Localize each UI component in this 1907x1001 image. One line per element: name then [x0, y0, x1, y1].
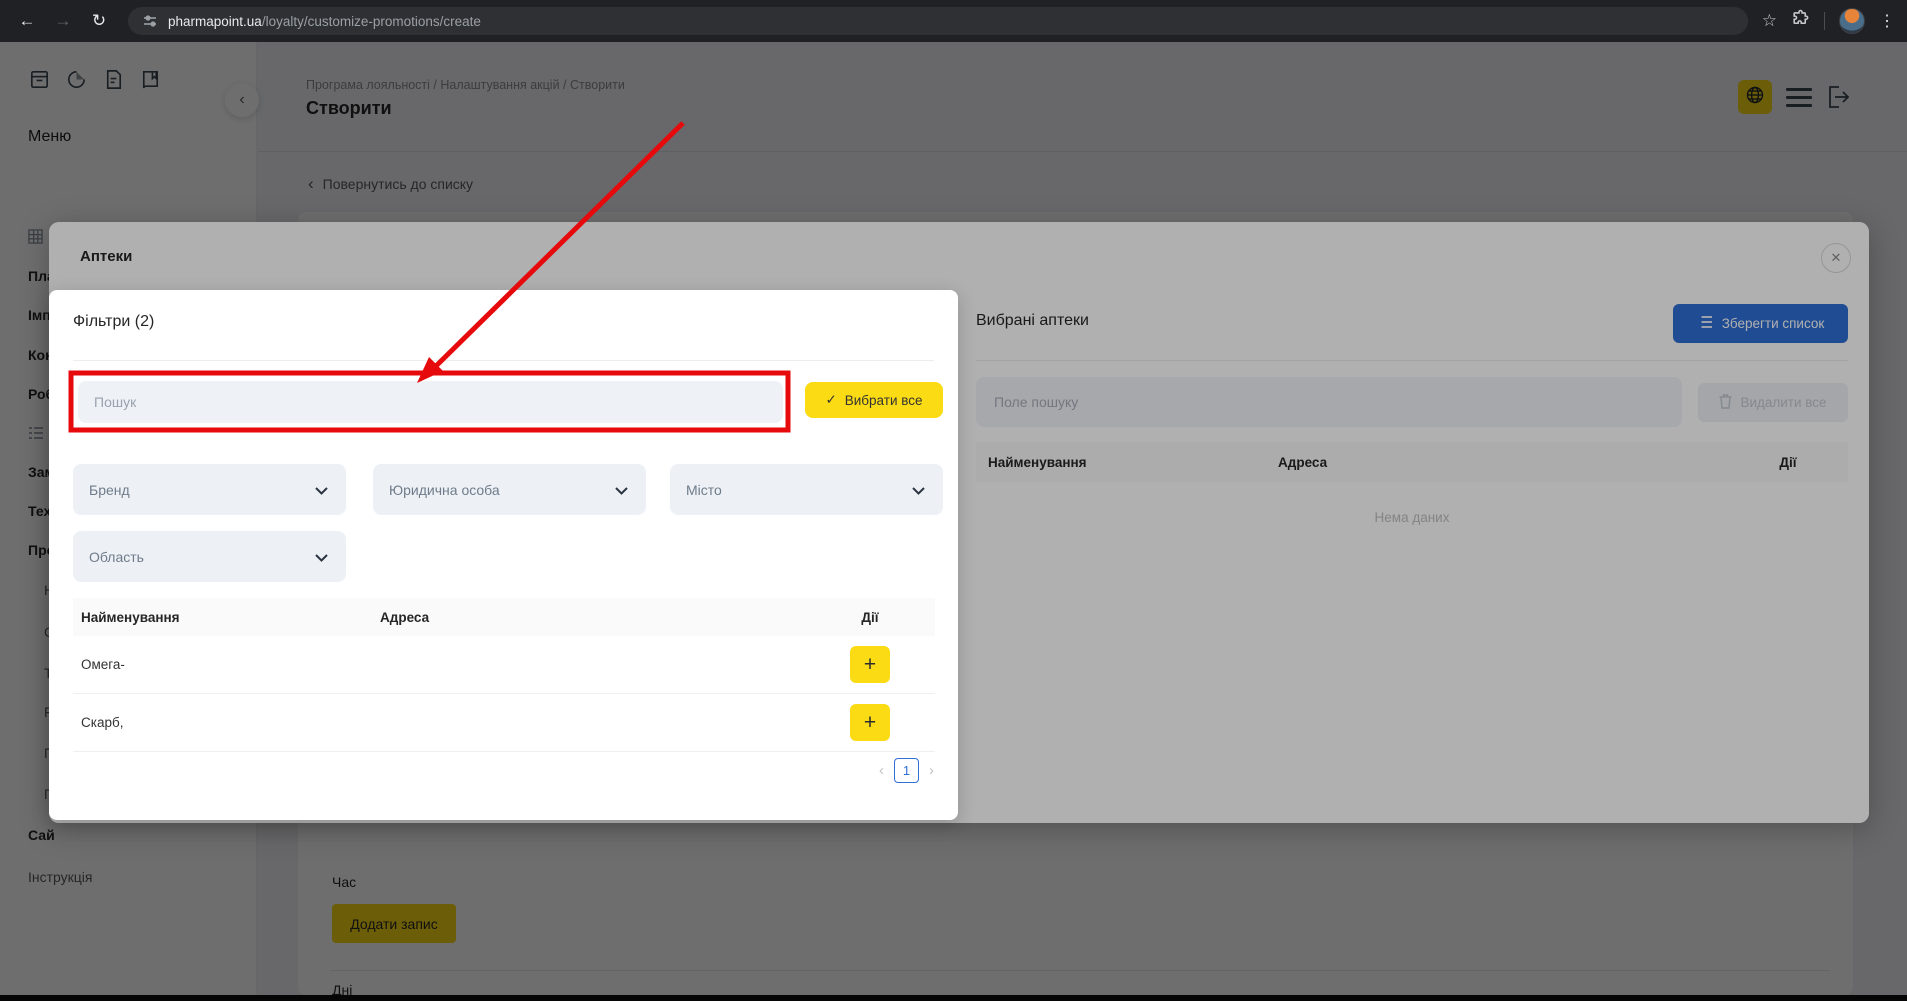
table-row: Скарб, +: [73, 694, 935, 752]
chevron-down-icon: [315, 549, 328, 565]
filters-search-input[interactable]: [78, 381, 783, 423]
check-icon: ✓: [825, 392, 837, 407]
window-bottom-edge: [0, 995, 1907, 1001]
next-page-icon[interactable]: ›: [929, 762, 934, 779]
url-bar[interactable]: pharmapoint.ua/loyalty/customize-promoti…: [128, 7, 1748, 35]
column-header: Найменування: [81, 609, 180, 625]
legal-entity-select[interactable]: Юридична особа: [373, 464, 646, 515]
select-all-label: Вибрати все: [844, 392, 923, 408]
divider: [73, 360, 934, 361]
bookmark-star-icon[interactable]: ☆: [1762, 11, 1777, 31]
add-pharmacy-button[interactable]: +: [850, 646, 890, 683]
screen: ← → ↻ pharmapoint.ua/loyalty/customize-p…: [0, 0, 1907, 1001]
filters-table-header: Найменування Адреса Дії: [73, 598, 935, 636]
city-select[interactable]: Місто: [670, 464, 943, 515]
back-icon[interactable]: ←: [12, 6, 42, 36]
extensions-icon[interactable]: [1791, 9, 1810, 33]
add-pharmacy-button[interactable]: +: [850, 704, 890, 741]
toolbar-separator: [1824, 12, 1825, 30]
select-label: Область: [89, 548, 144, 565]
table-row: Омега- +: [73, 636, 935, 694]
profile-avatar[interactable]: [1839, 8, 1865, 34]
column-header: Адреса: [380, 609, 430, 625]
reload-icon[interactable]: ↻: [84, 6, 114, 36]
region-select[interactable]: Область: [73, 531, 346, 582]
column-header: Дії: [861, 609, 879, 625]
select-label: Місто: [686, 481, 722, 498]
brand-select[interactable]: Бренд: [73, 464, 346, 515]
filters-panel: Фільтри (2) ✓ Вибрати все Бренд Юридична…: [49, 290, 958, 820]
chevron-down-icon: [912, 482, 925, 498]
pagination: ‹ 1 ›: [879, 758, 934, 783]
site-info-icon[interactable]: [142, 13, 158, 29]
forward-icon[interactable]: →: [48, 6, 78, 36]
url-domain: pharmapoint.ua: [168, 13, 262, 29]
pharmacy-name: Скарб,: [81, 715, 124, 730]
browser-menu-icon[interactable]: ⋮: [1879, 11, 1895, 31]
select-all-button[interactable]: ✓ Вибрати все: [805, 382, 943, 418]
url-path: /loyalty/customize-promotions/create: [261, 13, 481, 29]
page-number[interactable]: 1: [894, 758, 919, 783]
browser-chrome: ← → ↻ pharmapoint.ua/loyalty/customize-p…: [0, 0, 1907, 42]
chevron-down-icon: [315, 482, 328, 498]
prev-page-icon[interactable]: ‹: [879, 762, 884, 779]
url-text: pharmapoint.ua/loyalty/customize-promoti…: [168, 14, 481, 29]
filters-title: Фільтри (2): [73, 313, 155, 330]
select-label: Юридична особа: [389, 481, 500, 498]
select-label: Бренд: [89, 481, 130, 498]
chevron-down-icon: [615, 482, 628, 498]
pharmacy-name: Омега-: [81, 657, 125, 672]
